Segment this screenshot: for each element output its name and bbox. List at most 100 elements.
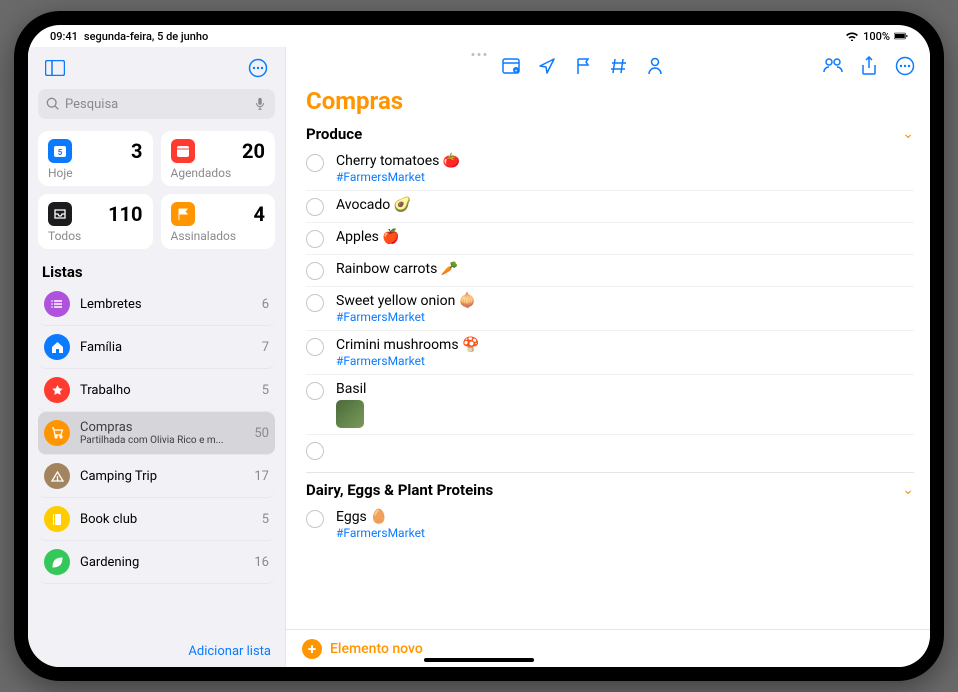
card-count: 4 [254,202,265,226]
list-count: 7 [262,340,269,355]
tent-icon [44,463,70,489]
inbox-icon [48,202,72,226]
item-tag[interactable]: #FarmersMarket [336,310,914,324]
complete-toggle[interactable] [306,230,324,248]
complete-toggle[interactable] [306,154,324,172]
item-text: Rainbow carrots 🥕 [336,261,914,277]
battery-icon [894,31,908,41]
assign-button[interactable] [644,55,666,77]
card-all[interactable]: 110 Todos [38,194,153,249]
complete-toggle[interactable] [306,262,324,280]
sidebar-list-camping-trip[interactable]: Camping Trip 17 [38,455,275,498]
complete-toggle[interactable] [306,294,324,312]
plus-icon: + [302,639,322,659]
template-button[interactable]: + [500,55,522,77]
reminder-item[interactable]: Avocado 🥑 [306,191,914,223]
more-options-button[interactable] [245,55,271,81]
section-header[interactable]: Produce ⌄ [306,121,914,147]
card-count: 110 [108,202,142,226]
item-tag[interactable]: #FarmersMarket [336,170,914,184]
list-count: 17 [254,469,269,484]
status-time: 09:41 [50,30,78,43]
home-icon [44,334,70,360]
add-item-button[interactable]: + Elemento novo [302,639,423,659]
sidebar-list-lembretes[interactable]: Lembretes 6 [38,283,275,326]
status-bar: 09:41 segunda-feira, 5 de junho 100% [28,25,930,47]
card-count: 3 [131,139,142,163]
reminder-item[interactable]: Sweet yellow onion 🧅#FarmersMarket [306,287,914,331]
reminder-item[interactable]: Cherry tomatoes 🍅#FarmersMarket [306,147,914,191]
list-title: Compras [306,87,914,115]
list-name: Família [80,340,262,355]
location-button[interactable] [536,55,558,77]
svg-text:+: + [515,69,518,75]
mic-icon[interactable] [253,97,267,111]
chevron-down-icon: ⌄ [902,482,914,498]
status-date: segunda-feira, 5 de junho [84,30,208,43]
sidebar-list-família[interactable]: Família 7 [38,326,275,369]
card-count: 20 [242,139,265,163]
reminder-item[interactable]: Basil [306,375,914,435]
more-button[interactable] [894,55,916,77]
card-label: Hoje [48,166,143,180]
flag-button[interactable] [572,55,594,77]
search-input[interactable]: Pesquisa [38,89,275,119]
list-name: Book club [80,512,262,527]
reminder-item[interactable]: Apples 🍎 [306,223,914,255]
complete-toggle[interactable] [306,198,324,216]
sidebar-list-book-club[interactable]: Book club 5 [38,498,275,541]
sidebar: Pesquisa 5 3 Hoje 20 Agendados [28,47,286,667]
item-tag[interactable]: #FarmersMarket [336,526,914,540]
card-today[interactable]: 5 3 Hoje [38,131,153,186]
star-icon [44,377,70,403]
complete-toggle[interactable] [306,382,324,400]
card-flagged[interactable]: 4 Assinalados [161,194,276,249]
list-count: 5 [262,383,269,398]
complete-toggle[interactable] [306,442,324,460]
search-placeholder: Pesquisa [65,97,118,112]
hashtag-button[interactable] [608,55,630,77]
list-name: Compras [80,420,254,435]
toolbar: + [286,47,930,85]
home-indicator[interactable] [424,658,534,662]
item-tag[interactable]: #FarmersMarket [336,354,914,368]
status-battery: 100% [863,30,890,43]
reminder-item[interactable]: Crimini mushrooms 🍄#FarmersMarket [306,331,914,375]
add-list-button[interactable]: Adicionar lista [28,636,285,667]
item-text: Apples 🍎 [336,229,914,245]
list-icon [44,291,70,317]
item-text: Eggs 🥚 [336,509,914,525]
add-item-label: Elemento novo [330,641,423,657]
leaf-icon [44,549,70,575]
complete-toggle[interactable] [306,338,324,356]
list-count: 6 [262,297,269,312]
section-name: Produce [306,125,362,143]
list-name: Lembretes [80,297,262,312]
share-button[interactable] [858,55,880,77]
item-text: Sweet yellow onion 🧅 [336,293,914,309]
sidebar-list-gardening[interactable]: Gardening 16 [38,541,275,584]
lists-header: Listas [28,257,285,283]
sidebar-list-trabalho[interactable]: Trabalho 5 [38,369,275,412]
flag-icon [171,202,195,226]
list-count: 50 [254,426,269,441]
card-scheduled[interactable]: 20 Agendados [161,131,276,186]
sidebar-toggle-button[interactable] [42,55,68,81]
reminder-item[interactable] [306,435,914,466]
item-thumbnail[interactable] [336,400,364,428]
reminder-item[interactable]: Rainbow carrots 🥕 [306,255,914,287]
list-subtitle: Partilhada com Olivia Rico e m... [80,435,254,446]
card-label: Agendados [171,166,266,180]
wifi-icon [845,31,859,41]
reminder-item[interactable]: Eggs 🥚#FarmersMarket [306,503,914,546]
multitask-handle[interactable] [472,53,487,56]
item-text: Crimini mushrooms 🍄 [336,337,914,353]
section-header[interactable]: Dairy, Eggs & Plant Proteins ⌄ [306,477,914,503]
card-label: Todos [48,229,143,243]
list-count: 16 [254,555,269,570]
collaborate-button[interactable] [822,55,844,77]
svg-text:5: 5 [58,148,63,157]
complete-toggle[interactable] [306,510,324,528]
section-name: Dairy, Eggs & Plant Proteins [306,481,493,499]
sidebar-list-compras[interactable]: ComprasPartilhada com Olivia Rico e m...… [38,412,275,455]
